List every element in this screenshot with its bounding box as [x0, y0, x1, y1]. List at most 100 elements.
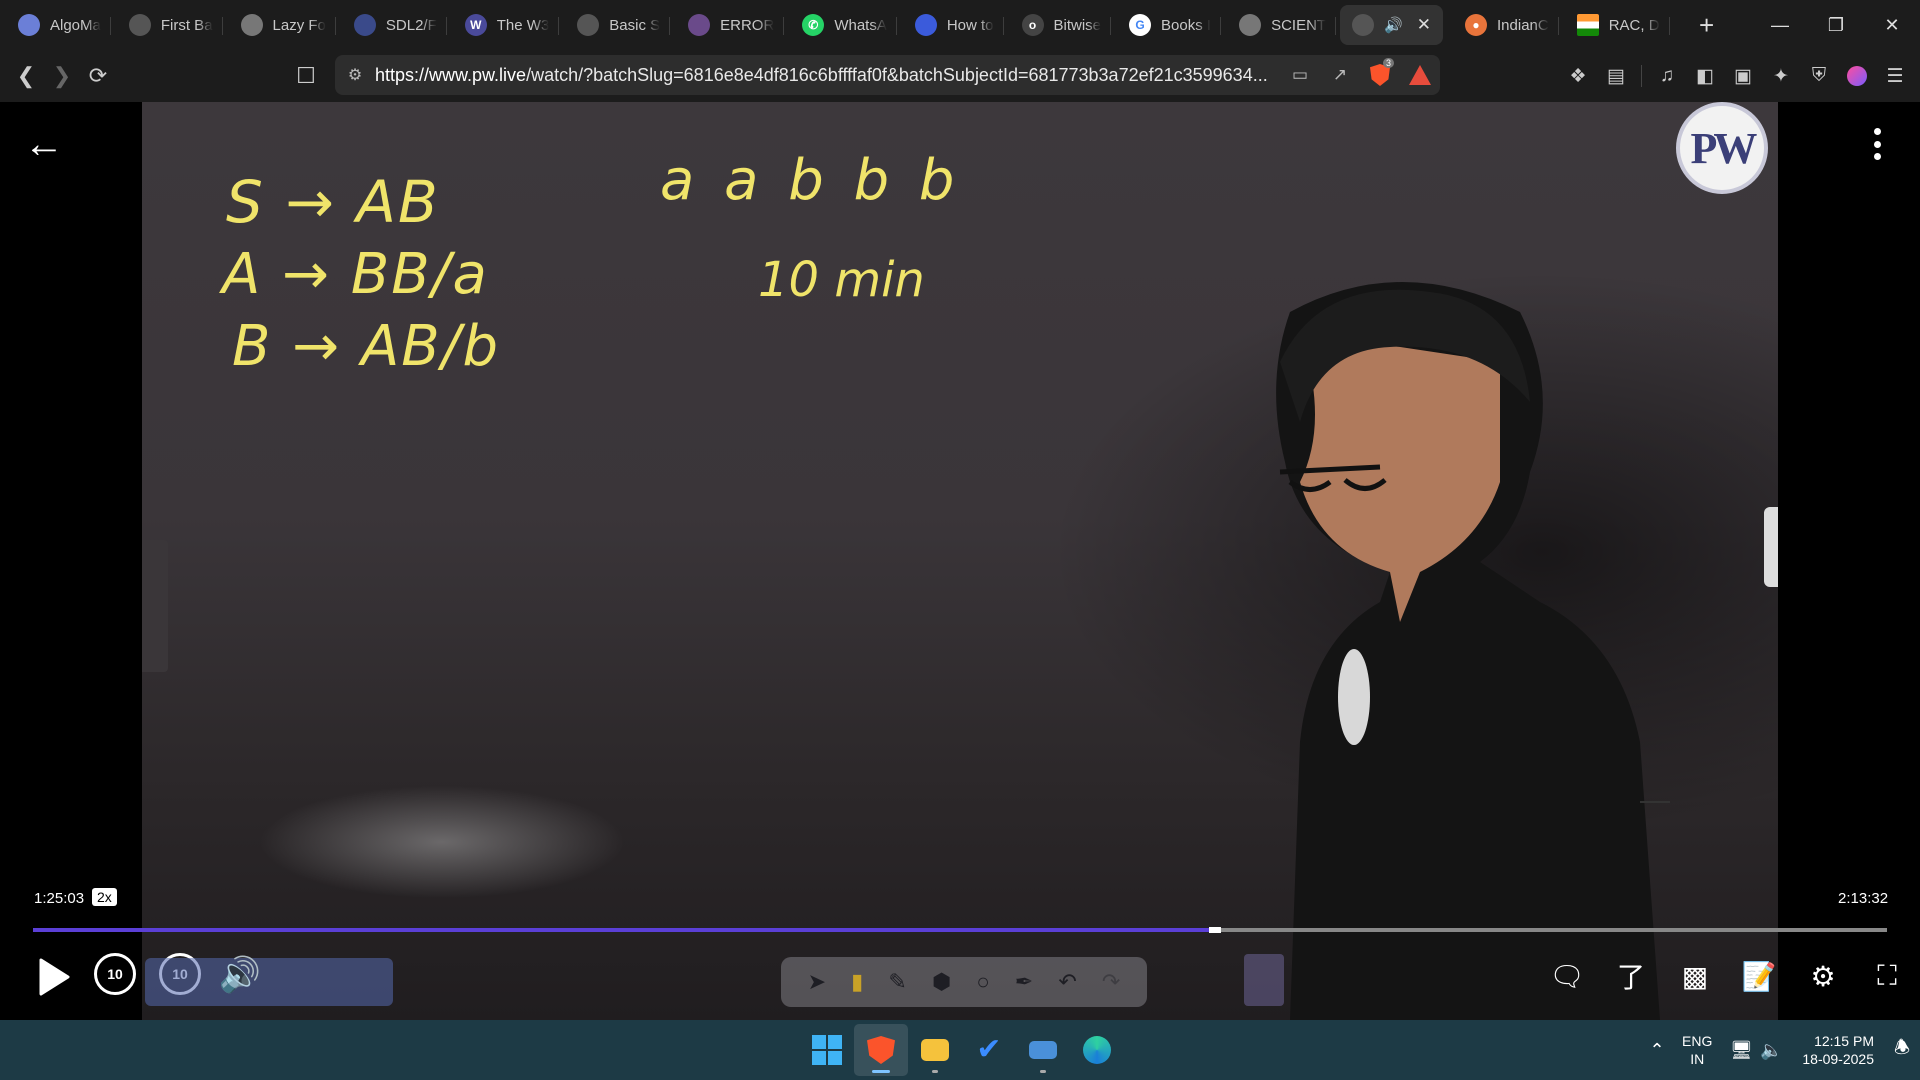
rewind-10-button[interactable]: 10	[94, 953, 136, 995]
marker-tool-icon: ✒	[1014, 969, 1034, 994]
more-options-icon[interactable]	[1862, 124, 1892, 164]
brave-shield-icon[interactable]: 3	[1360, 58, 1400, 86]
wallet-icon[interactable]: ▣	[1724, 57, 1762, 95]
tab-4[interactable]: SDL2/F	[336, 5, 447, 45]
tab-14[interactable]: RAC, D	[1559, 5, 1670, 45]
undo-tool-icon: ↶	[1058, 969, 1077, 994]
address-bar[interactable]: ⚙ https://www.pw.live/watch/?batchSlug=6…	[335, 55, 1440, 95]
forward-icon[interactable]: ❯	[44, 58, 80, 94]
tab-1[interactable]: AlgoMa	[0, 5, 111, 45]
media-icon[interactable]: ♫	[1648, 57, 1686, 95]
new-tab-button[interactable]: +	[1692, 10, 1722, 41]
start-button[interactable]	[800, 1024, 854, 1076]
taskbar-todo[interactable]: ✔	[962, 1024, 1016, 1076]
menu-icon[interactable]: ☰	[1876, 57, 1914, 95]
minimize-icon[interactable]: —	[1752, 0, 1808, 50]
clock[interactable]: 12:15 PM 18-09-2025	[1802, 1032, 1874, 1068]
blackboard-writing	[1276, 282, 1670, 1020]
playback-speed-badge[interactable]: 2x	[92, 888, 117, 906]
taskbar-apps: ✔	[800, 1024, 1124, 1076]
share-icon[interactable]: ↗	[1320, 65, 1360, 85]
profile-icon[interactable]	[1838, 57, 1876, 95]
tab-title: Bitwise	[1053, 16, 1102, 34]
bookmark-icon[interactable]: ☐	[288, 58, 324, 94]
timer-note: 10 min	[758, 252, 925, 308]
extensions-icon[interactable]: ❖	[1559, 57, 1597, 95]
board-toolbar-right	[1244, 954, 1284, 1006]
shape-tool-icon: ⬢	[931, 969, 952, 994]
network-icon[interactable]: 🖥	[1726, 1040, 1756, 1061]
region-code: IN	[1690, 1051, 1705, 1067]
howto-icon	[914, 14, 937, 36]
w3-icon: W	[464, 14, 487, 36]
tab-title: How to	[946, 16, 994, 34]
notes-icon[interactable]: 📝	[1727, 948, 1791, 1004]
shield-count: 3	[1382, 58, 1394, 68]
first-bad-version-icon	[128, 14, 151, 36]
restore-icon[interactable]: ❐	[1808, 0, 1864, 50]
tab-title: ERROR	[720, 16, 775, 34]
taskbar-brave[interactable]	[854, 1024, 908, 1076]
mini-player-icon[interactable]: ▩	[1663, 948, 1727, 1004]
brave-rewards-icon[interactable]	[1400, 65, 1440, 85]
sidebar-icon[interactable]: ◧	[1686, 57, 1724, 95]
back-icon[interactable]: ❮	[8, 58, 44, 94]
fullscreen-icon[interactable]: ⛶	[1855, 948, 1919, 1004]
tab-title: IndianC	[1497, 16, 1549, 34]
edge-icon	[1083, 1036, 1111, 1064]
tab-10[interactable]: o Bitwise	[1004, 5, 1112, 45]
tab-title: WhatsA	[834, 16, 887, 34]
tab-11[interactable]: G Books I	[1111, 5, 1222, 45]
tab-6[interactable]: Basic S	[559, 5, 670, 45]
instructor-figure	[1276, 282, 1670, 1020]
volume-icon[interactable]: 🔊	[215, 952, 265, 998]
speaker-tray-icon[interactable]: 🔈	[1756, 1040, 1786, 1061]
reader-mode-icon[interactable]: ▤	[1597, 57, 1635, 95]
back-arrow-icon[interactable]: ←	[24, 124, 64, 164]
leo-ai-icon[interactable]: ✦	[1762, 57, 1800, 95]
language-indicator[interactable]: ENG IN	[1682, 1032, 1712, 1068]
chevron-up-icon[interactable]: ⌃	[1642, 1040, 1672, 1061]
translate-icon[interactable]: 了	[1599, 948, 1663, 1004]
tab-3[interactable]: Lazy Fo	[223, 5, 336, 45]
speaker-icon[interactable]: 🔊	[1384, 16, 1403, 34]
error-icon	[688, 14, 711, 36]
vpn-icon[interactable]: ⛨	[1800, 57, 1838, 95]
input-string: a a b b b	[660, 148, 961, 213]
tab-title: AlgoMa	[50, 16, 101, 34]
taskbar-edge[interactable]	[1070, 1024, 1124, 1076]
reload-icon[interactable]: ⟳	[80, 58, 116, 94]
site-settings-icon[interactable]: ⚙	[335, 65, 375, 85]
close-icon[interactable]: ✕	[1417, 15, 1431, 35]
settings-icon[interactable]: ⚙	[1791, 948, 1855, 1004]
tab-7[interactable]: ERROR	[670, 5, 785, 45]
player-controls-right: 🗨 了 ▩ 📝 ⚙ ⛶	[1535, 948, 1919, 1004]
tab-5[interactable]: W The W3	[447, 5, 560, 45]
video-player[interactable]: S → AB A → BB/a B → AB/b a a b b b 10 mi…	[0, 102, 1920, 1020]
url-text[interactable]: https://www.pw.live/watch/?batchSlug=681…	[375, 65, 1280, 86]
url-host: https://www.pw.live	[375, 64, 527, 85]
globe-icon	[240, 14, 263, 36]
tab-active-pw[interactable]: 🔊 ✕	[1340, 5, 1444, 45]
basic-syntax-icon	[577, 14, 600, 36]
tab-title: Books I	[1161, 16, 1212, 34]
cast-icon[interactable]: ▭	[1280, 65, 1320, 85]
tab-12[interactable]: SCIENT	[1221, 5, 1337, 45]
tab-13[interactable]: ● IndianC	[1447, 5, 1559, 45]
grammar-rule-1: S → AB	[226, 168, 440, 236]
tab-title: First Ba	[160, 16, 213, 34]
tab-2[interactable]: First Ba	[111, 5, 223, 45]
folder-icon	[921, 1039, 949, 1061]
toolbar-divider	[1641, 65, 1642, 87]
taskbar-keyboard[interactable]	[1016, 1024, 1070, 1076]
taskbar-file-explorer[interactable]	[908, 1024, 962, 1076]
play-icon[interactable]	[34, 954, 74, 1000]
sdl-icon	[353, 14, 376, 36]
seek-bar-thumb[interactable]	[1209, 927, 1222, 933]
notification-bell-icon[interactable]: 🕭	[1884, 1035, 1920, 1065]
close-window-icon[interactable]: ✕	[1864, 0, 1920, 50]
tab-9[interactable]: How to	[897, 5, 1004, 45]
tab-8[interactable]: ✆ WhatsA	[784, 5, 897, 45]
chat-icon[interactable]: 🗨	[1535, 948, 1599, 1004]
seek-bar[interactable]	[33, 927, 1887, 933]
